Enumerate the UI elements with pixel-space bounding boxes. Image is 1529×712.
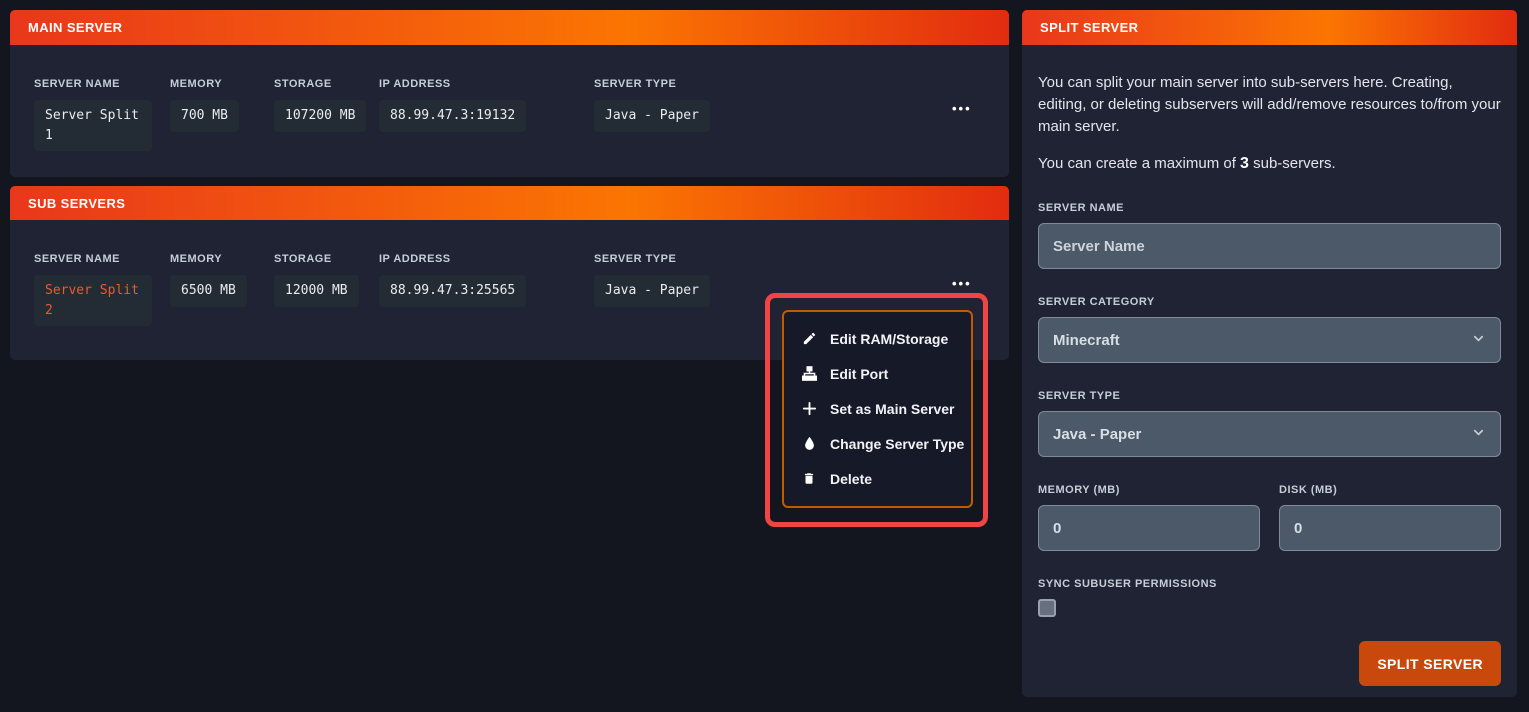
memory-disk-row: MEMORY (MB) DISK (MB) (1038, 457, 1501, 551)
main-server-header: MAIN SERVER (10, 10, 1009, 45)
main-server-actions-ellipsis-icon[interactable]: ••• (952, 101, 972, 116)
memory-label: MEMORY (MB) (1038, 484, 1260, 496)
trash-icon (801, 471, 817, 487)
menu-item-change-server-type[interactable]: Change Server Type (784, 426, 971, 461)
main-col-name: SERVER NAME Server Split 1 (34, 78, 152, 151)
split-server-title: SPLIT SERVER (1040, 20, 1138, 35)
split-max-suffix: sub-servers. (1249, 155, 1336, 172)
column-header-memory: MEMORY (170, 78, 239, 90)
server-name-input[interactable] (1038, 223, 1501, 269)
main-col-type: SERVER TYPE Java - Paper (594, 78, 710, 132)
sub-col-ip: IP ADDRESS 88.99.47.3:25565 (379, 253, 526, 307)
split-server-page: MAIN SERVER SERVER NAME Server Split 1 M… (0, 0, 1529, 712)
server-type-select[interactable]: Java - Paper (1038, 411, 1501, 457)
split-max-count: 3 (1240, 155, 1249, 172)
column-header-storage: STORAGE (274, 78, 366, 90)
main-server-card: SERVER NAME Server Split 1 MEMORY 700 MB… (10, 45, 1009, 177)
menu-item-label: Set as Main Server (830, 401, 955, 417)
droplet-icon (801, 436, 817, 452)
pencil-icon (801, 331, 817, 347)
plus-icon (801, 401, 817, 417)
disk-input[interactable] (1279, 505, 1501, 551)
menu-item-edit-ram-storage[interactable]: Edit RAM/Storage (784, 321, 971, 356)
sub-server-actions-ellipsis-icon[interactable]: ••• (952, 276, 972, 291)
column-header-ip-address: IP ADDRESS (379, 78, 526, 90)
main-server-type-chip: Java - Paper (594, 100, 710, 132)
sub-col-storage: STORAGE 12000 MB (274, 253, 359, 307)
chevron-down-icon (1471, 425, 1486, 444)
column-header-server-type: SERVER TYPE (594, 78, 710, 90)
server-category-select[interactable]: Minecraft (1038, 317, 1501, 363)
main-server-storage-chip: 107200 MB (274, 100, 366, 132)
main-col-memory: MEMORY 700 MB (170, 78, 239, 132)
sub-server-name-link[interactable]: Server Split 2 (34, 275, 152, 326)
sub-servers-title: SUB SERVERS (28, 196, 125, 211)
sub-server-ip-chip: 88.99.47.3:25565 (379, 275, 526, 307)
sitemap-icon (801, 366, 817, 382)
memory-field-group: MEMORY (MB) (1038, 457, 1260, 551)
server-type-label: SERVER TYPE (1038, 390, 1501, 402)
sync-subuser-permissions-checkbox[interactable] (1038, 599, 1056, 617)
split-server-header: SPLIT SERVER (1022, 10, 1517, 45)
column-header-server-name: SERVER NAME (34, 78, 152, 90)
sub-col-name: SERVER NAME Server Split 2 (34, 253, 152, 326)
main-server-title: MAIN SERVER (28, 20, 122, 35)
sync-subuser-permissions-label: SYNC SUBUSER PERMISSIONS (1038, 578, 1501, 590)
column-header-storage: STORAGE (274, 253, 359, 265)
disk-field-group: DISK (MB) (1279, 457, 1501, 551)
main-col-storage: STORAGE 107200 MB (274, 78, 366, 132)
split-server-card: You can split your main server into sub-… (1022, 45, 1517, 697)
main-server-ip-chip: 88.99.47.3:19132 (379, 100, 526, 132)
menu-item-label: Edit RAM/Storage (830, 331, 948, 347)
column-header-memory: MEMORY (170, 253, 247, 265)
split-max-note: You can create a maximum of 3 sub-server… (1038, 153, 1501, 175)
menu-item-edit-port[interactable]: Edit Port (784, 356, 971, 391)
sub-server-memory-chip: 6500 MB (170, 275, 247, 307)
sub-servers-header: SUB SERVERS (10, 186, 1009, 221)
split-description: You can split your main server into sub-… (1038, 72, 1501, 138)
column-header-server-name: SERVER NAME (34, 253, 152, 265)
sub-server-type-chip: Java - Paper (594, 275, 710, 307)
memory-input[interactable] (1038, 505, 1260, 551)
split-button-row: SPLIT SERVER (1038, 641, 1501, 686)
main-server-name-chip: Server Split 1 (34, 100, 152, 151)
menu-item-delete[interactable]: Delete (784, 461, 971, 496)
split-server-button[interactable]: SPLIT SERVER (1359, 641, 1501, 686)
main-col-ip: IP ADDRESS 88.99.47.3:19132 (379, 78, 526, 132)
server-category-label: SERVER CATEGORY (1038, 296, 1501, 308)
sub-server-context-menu: Edit RAM/Storage Edit Port Set as Main S… (782, 310, 973, 508)
disk-label: DISK (MB) (1279, 484, 1501, 496)
chevron-down-icon (1471, 331, 1486, 350)
main-server-memory-chip: 700 MB (170, 100, 239, 132)
menu-item-label: Change Server Type (830, 436, 964, 452)
menu-item-label: Edit Port (830, 366, 888, 382)
menu-item-label: Delete (830, 471, 872, 487)
sub-col-type: SERVER TYPE Java - Paper (594, 253, 710, 307)
server-type-value: Java - Paper (1053, 426, 1141, 443)
sub-server-storage-chip: 12000 MB (274, 275, 359, 307)
server-category-value: Minecraft (1053, 332, 1120, 349)
menu-item-set-as-main-server[interactable]: Set as Main Server (784, 391, 971, 426)
column-header-ip-address: IP ADDRESS (379, 253, 526, 265)
sub-col-memory: MEMORY 6500 MB (170, 253, 247, 307)
split-max-prefix: You can create a maximum of (1038, 155, 1240, 172)
server-name-label: SERVER NAME (1038, 202, 1501, 214)
column-header-server-type: SERVER TYPE (594, 253, 710, 265)
